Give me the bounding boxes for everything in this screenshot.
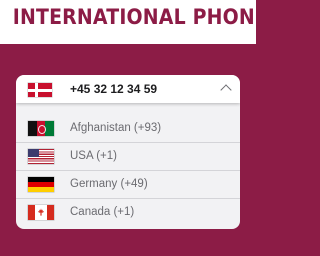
country-option-afghanistan[interactable]: Afghanistan (+93) — [16, 115, 240, 143]
phone-number-value[interactable]: +45 32 12 34 59 — [70, 82, 157, 96]
afghanistan-flag-icon — [28, 121, 54, 136]
country-option-canada[interactable]: Canada (+1) — [16, 199, 240, 226]
page-title: INTERNATIONAL PHONE — [12, 5, 268, 29]
chevron-up-icon[interactable] — [220, 84, 232, 96]
country-option-label: Canada (+1) — [70, 206, 135, 218]
country-dropdown-list: Afghanistan (+93) USA (+1) Germany (+49) — [16, 115, 240, 226]
country-option-germany[interactable]: Germany (+49) — [16, 171, 240, 199]
phone-number-field[interactable]: +45 32 12 34 59 — [16, 75, 240, 103]
denmark-flag-icon[interactable] — [28, 83, 52, 97]
phone-picker-widget: +45 32 12 34 59 Afghanistan (+93) USA (+… — [16, 75, 240, 229]
canada-flag-icon — [28, 205, 54, 220]
country-option-label: Germany (+49) — [70, 178, 148, 190]
usa-flag-icon — [28, 149, 54, 164]
country-option-usa[interactable]: USA (+1) — [16, 143, 240, 171]
germany-flag-icon — [28, 177, 54, 192]
country-option-label: Afghanistan (+93) — [70, 122, 162, 134]
country-option-label: USA (+1) — [70, 150, 117, 162]
